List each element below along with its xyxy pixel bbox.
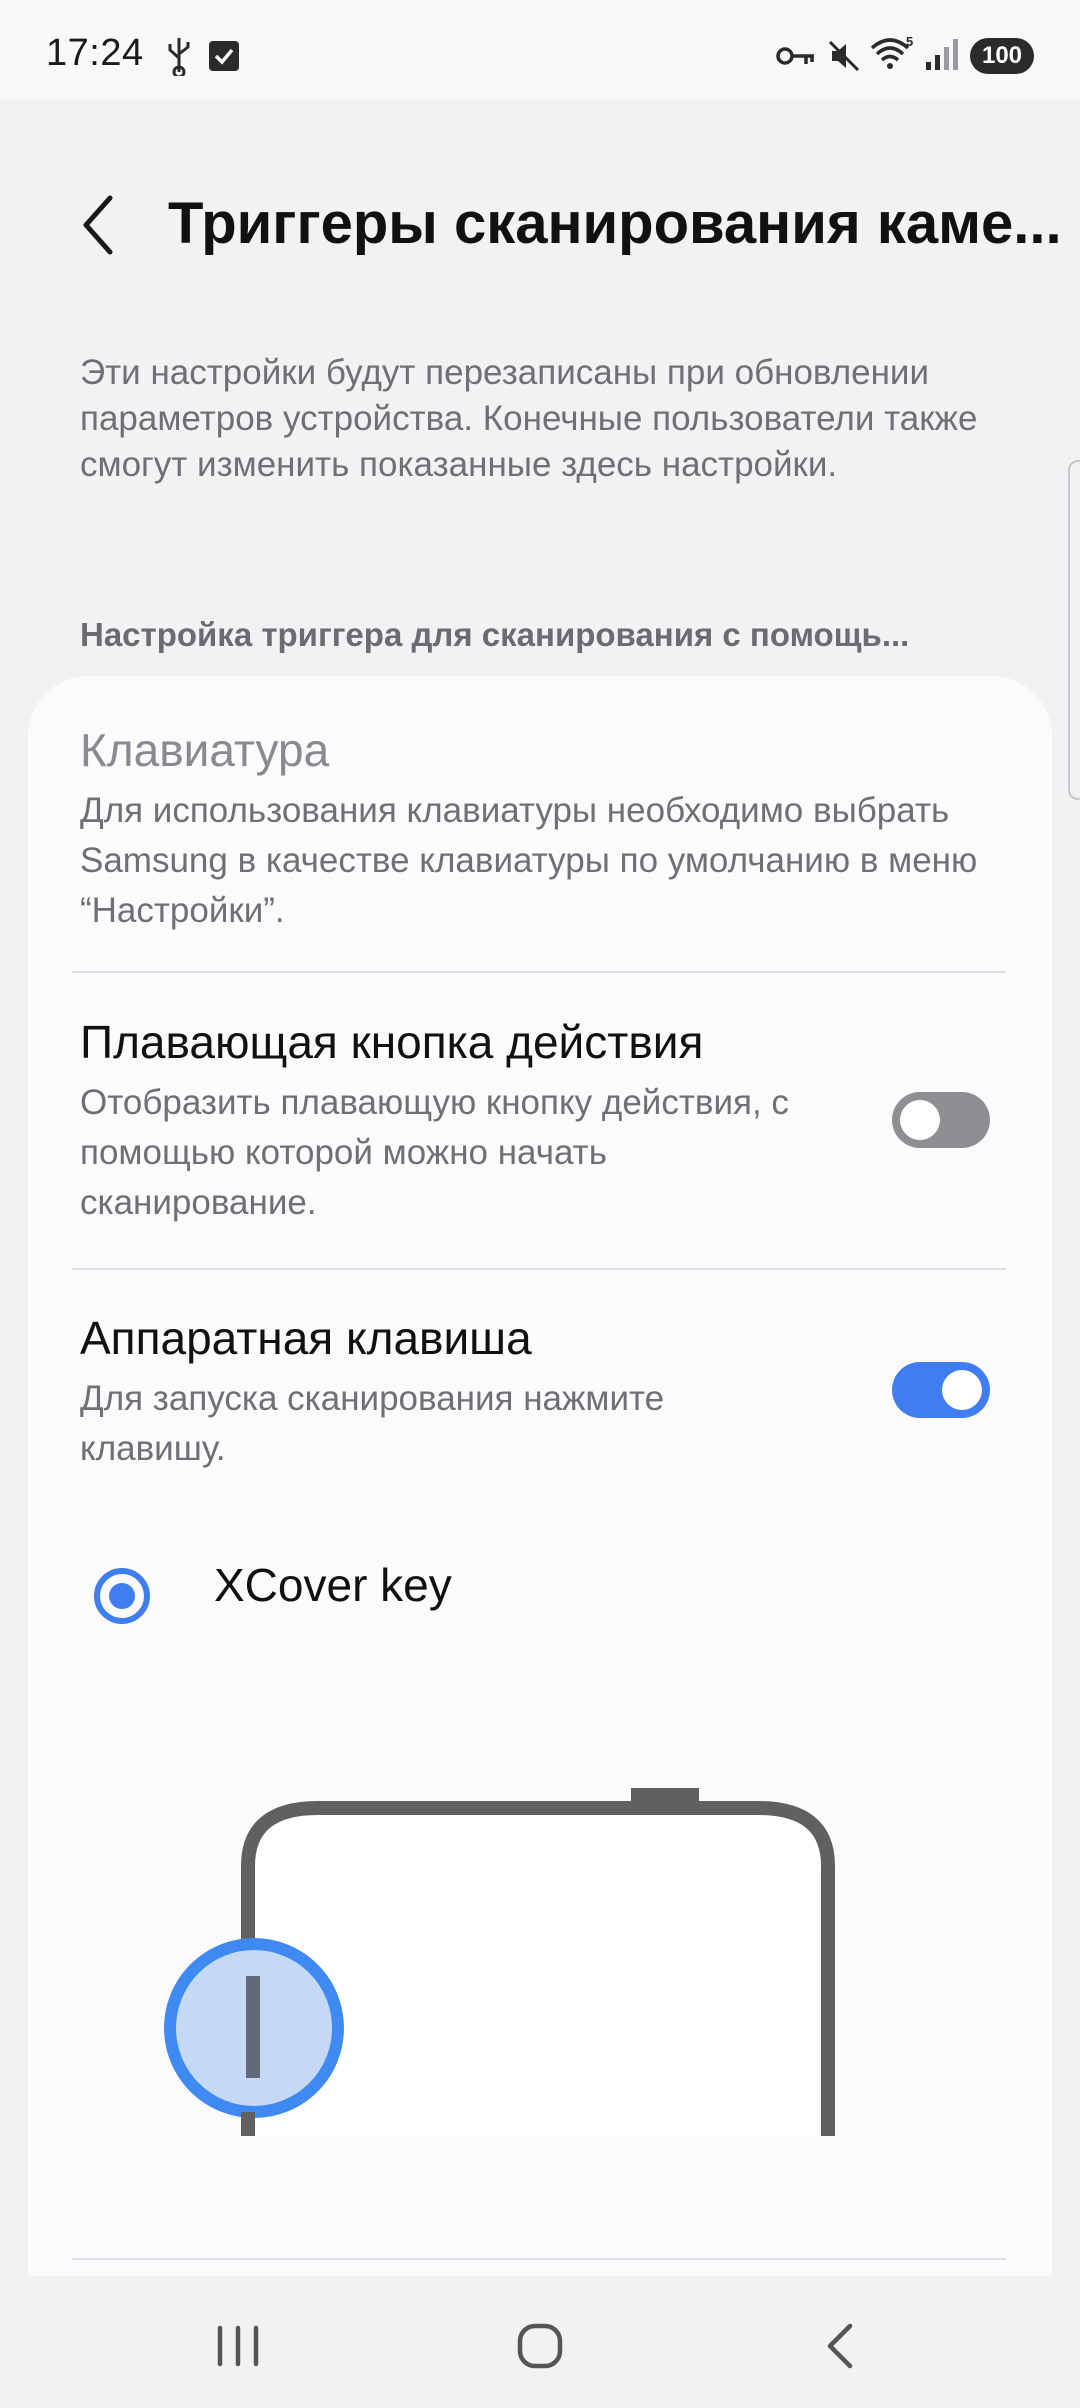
floating-button-item[interactable]: Плавающая кнопка действия Отобразить пла… [80, 1012, 880, 1228]
home-icon[interactable] [500, 2306, 580, 2386]
back-icon[interactable] [802, 2306, 882, 2386]
vpn-key-icon [776, 47, 814, 65]
status-time: 17:24 [46, 32, 144, 74]
back-button[interactable] [70, 180, 130, 270]
floating-button-title: Плавающая кнопка действия [80, 1016, 704, 1068]
floating-button-description: Отобразить плавающую кнопку действия, с … [80, 1083, 789, 1222]
scroll-indicator[interactable] [1068, 460, 1080, 800]
keyboard-description: Для использования клавиатуры необходимо … [80, 791, 978, 930]
radio-dot [109, 1583, 135, 1609]
settings-card: Клавиатура Для использования клавиатуры … [28, 676, 1052, 2276]
hardware-key-item[interactable]: Аппаратная клавиша Для запуска сканирова… [80, 1308, 880, 1474]
app-bar: Триггеры сканирования каме... [0, 100, 1080, 330]
xcover-key-label[interactable]: XCover key [214, 1558, 452, 1612]
hardware-key-toggle[interactable] [892, 1362, 990, 1418]
toggle-knob [900, 1100, 940, 1140]
page-title: Триггеры сканирования каме... [168, 191, 1062, 256]
keyboard-item: Клавиатура Для использования клавиатуры … [80, 720, 1000, 936]
battery-icon: 100 [970, 38, 1034, 74]
toggle-knob [942, 1370, 982, 1410]
divider [72, 971, 1006, 973]
floating-button-toggle[interactable] [892, 1092, 990, 1148]
divider [72, 2258, 1006, 2260]
wifi-label: 5 [906, 34, 913, 49]
xcover-key-radio[interactable] [94, 1568, 150, 1624]
signal-icon [926, 39, 958, 70]
section-header: Настройка триггера для сканирования с по… [80, 616, 910, 653]
navigation-bar [0, 2276, 1080, 2408]
wifi-icon: 5 [870, 34, 913, 69]
hardware-key-title: Аппаратная клавиша [80, 1312, 532, 1364]
mute-icon [828, 40, 860, 72]
usb-icon [168, 38, 190, 76]
checkbox-notification-icon [209, 41, 239, 71]
xcover-key-illustration [164, 1788, 835, 2136]
recents-icon[interactable] [198, 2306, 278, 2386]
divider [72, 1268, 1006, 1270]
status-bar: 17:24 5 100 [0, 0, 1080, 100]
info-text: Эти настройки будут перезаписаны при обн… [80, 353, 978, 484]
keyboard-title: Клавиатура [80, 724, 330, 776]
hardware-key-description: Для запуска сканирования нажмите клавишу… [80, 1379, 665, 1468]
